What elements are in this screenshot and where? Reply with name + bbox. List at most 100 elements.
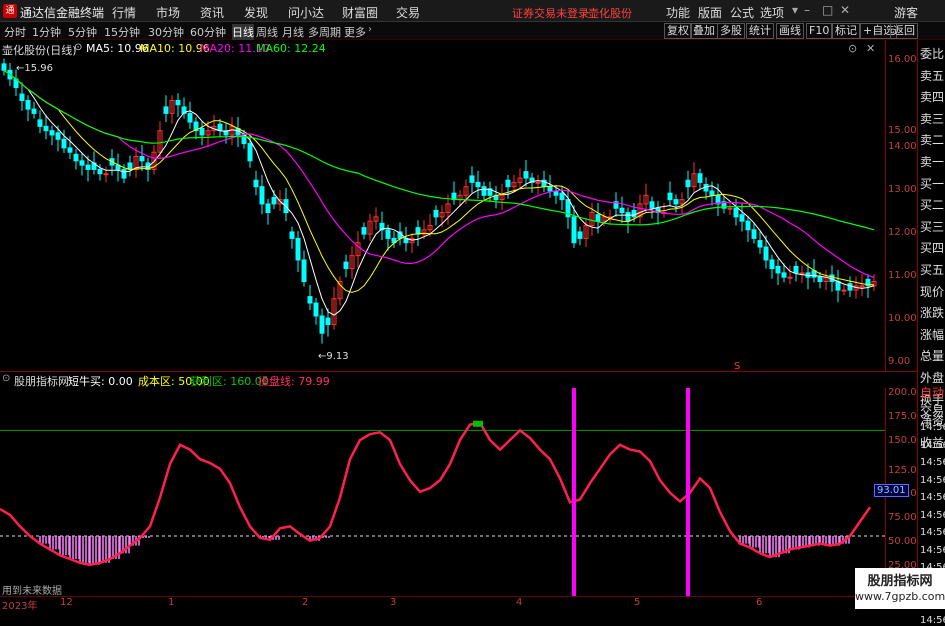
login-notice[interactable]: 证券交易未登录 — [512, 5, 589, 21]
candle-body — [313, 302, 319, 317]
maximize-icon[interactable]: □ — [822, 3, 833, 17]
quote-label: 买一 — [920, 176, 945, 191]
candle-body — [769, 259, 775, 270]
candle-body — [343, 261, 349, 270]
candle-body — [61, 138, 67, 149]
trade-time: 14:56 — [920, 509, 945, 521]
quote-label[interactable]: 自动 — [920, 384, 944, 402]
candle-body — [727, 207, 733, 210]
btn-biaoji[interactable]: 标记 — [832, 23, 860, 39]
app-title: 通达信金融终端 — [20, 6, 105, 20]
candle-body — [481, 186, 487, 196]
trade-time: 14:56 — [920, 474, 945, 486]
date-label: 1 — [168, 597, 175, 608]
menu-gongneng[interactable]: 功能 — [666, 4, 690, 21]
tab-weekly[interactable]: 周线 — [256, 24, 278, 40]
btn-f10[interactable]: F10 — [806, 23, 833, 39]
menu-banmian[interactable]: 版面 — [698, 4, 722, 21]
date-axis: 2023年 12 1 2 3 4 5 6 — [0, 596, 885, 612]
chart-close-icon[interactable]: ✕ — [866, 42, 875, 55]
ma5-line — [3, 69, 875, 316]
btn-duogu[interactable]: 多股 — [717, 23, 745, 39]
guest-label[interactable]: 游客 — [894, 4, 918, 21]
tab-fenshi[interactable]: 分时 — [4, 24, 26, 40]
btn-back[interactable]: 返回 — [890, 23, 918, 39]
menu-wenxiaoda[interactable]: 问小达 — [288, 4, 324, 21]
menu-xuanxiang[interactable]: 选项 — [760, 4, 784, 21]
tab-multi-period[interactable]: 多周期 — [308, 24, 341, 40]
menu-hangqing[interactable]: 行情 — [112, 4, 136, 21]
low-price-label: ←9.13 — [318, 351, 349, 362]
indicator-name[interactable]: 股朋指标网 — [14, 373, 69, 389]
candle-body — [37, 119, 43, 127]
candle-body — [199, 127, 205, 136]
chevron-right-icon[interactable]: › — [368, 24, 372, 35]
candle-body — [289, 231, 295, 239]
candle-body — [859, 285, 865, 288]
candle-body — [547, 186, 553, 192]
price-axis: 16.00 15.00 14.00 13.00 12.00 11.00 10.0… — [885, 40, 917, 371]
tab-30min[interactable]: 30分钟 — [148, 24, 184, 40]
candle-body — [253, 179, 259, 188]
candle-body — [49, 130, 55, 136]
menu-jiaoyi[interactable]: 交易 — [396, 4, 420, 21]
price-tick: 11.00 — [888, 270, 917, 281]
chart-options-icon[interactable]: ⊙ — [848, 42, 857, 55]
candle-body — [307, 296, 313, 304]
quote-label: 卖一 — [920, 155, 945, 169]
indicator-value-4: 操盘线: 79.99 — [258, 375, 330, 388]
btn-diejia[interactable]: 叠加 — [690, 23, 718, 39]
tab-daily[interactable]: 日线 — [232, 24, 254, 40]
tab-monthly[interactable]: 月线 — [282, 24, 304, 40]
btn-fuquan[interactable]: 复权 — [664, 23, 692, 39]
candle-body — [709, 190, 715, 196]
tab-more[interactable]: 更多 — [344, 24, 366, 40]
candle-body — [385, 229, 391, 239]
candle-body — [799, 272, 805, 275]
candle-body — [469, 175, 475, 183]
price-tick: 12.00 — [888, 227, 917, 238]
menu-dropdown-icon[interactable]: ▾ — [792, 3, 798, 17]
indicator-value-1: 短牛买: 0.00 — [68, 375, 133, 388]
quote-label: 涨跌 — [920, 306, 945, 321]
candle-body — [265, 203, 271, 214]
candle-body — [73, 153, 79, 162]
tab-5min[interactable]: 5分钟 — [68, 24, 97, 40]
candle-body — [631, 209, 637, 218]
candle-body — [793, 265, 799, 274]
candle-body — [847, 283, 853, 291]
trade-time: 14:56 — [920, 544, 945, 556]
btn-tongji[interactable]: 统计 — [746, 23, 774, 39]
tab-60min[interactable]: 60分钟 — [190, 24, 226, 40]
tab-15min[interactable]: 15分钟 — [104, 24, 140, 40]
quote-label[interactable]: 交易 — [920, 402, 944, 420]
settings-icon[interactable]: ⊙ — [74, 42, 82, 53]
menu-caifuquan[interactable]: 财富圈 — [342, 4, 378, 21]
menu-shichang[interactable]: 市场 — [156, 4, 180, 21]
pane-divider[interactable] — [0, 371, 917, 372]
menu-gongshi[interactable]: 公式 — [730, 4, 754, 21]
minimize-icon[interactable]: – — [804, 3, 810, 17]
date-label: 5 — [634, 597, 641, 608]
menu-zixun[interactable]: 资讯 — [200, 4, 224, 21]
menu-faxian[interactable]: 发现 — [244, 4, 268, 21]
candle-body — [475, 181, 481, 188]
watermark-url: www.7gpzb.com — [855, 590, 945, 603]
candlestick-chart[interactable]: S ←15.96 ←9.13 — [0, 40, 885, 371]
price-tick: 14.00 — [888, 141, 917, 152]
candle-body — [97, 168, 103, 175]
watermark-logo: 股朋指标网 www.7gpzb.com — [855, 568, 945, 609]
quote-label: 涨幅 — [920, 327, 945, 342]
candle-body — [271, 196, 277, 205]
close-icon[interactable]: ✕ — [840, 3, 850, 17]
candle-body — [559, 192, 565, 201]
candle-body — [835, 281, 841, 291]
indicator-settings-icon[interactable]: ⊙ — [2, 373, 10, 384]
indicator-chart[interactable] — [0, 388, 885, 596]
candle-body — [685, 179, 691, 188]
title-bar: 通 通达信金融终端 行情 市场 资讯 发现 问小达 财富圈 交易 证券交易未登录… — [0, 0, 945, 22]
tab-1min[interactable]: 1分钟 — [32, 24, 61, 40]
btn-huaxian[interactable]: 画线 — [776, 23, 804, 39]
trade-time: 14:56 — [920, 492, 945, 503]
candle-body — [79, 160, 85, 166]
